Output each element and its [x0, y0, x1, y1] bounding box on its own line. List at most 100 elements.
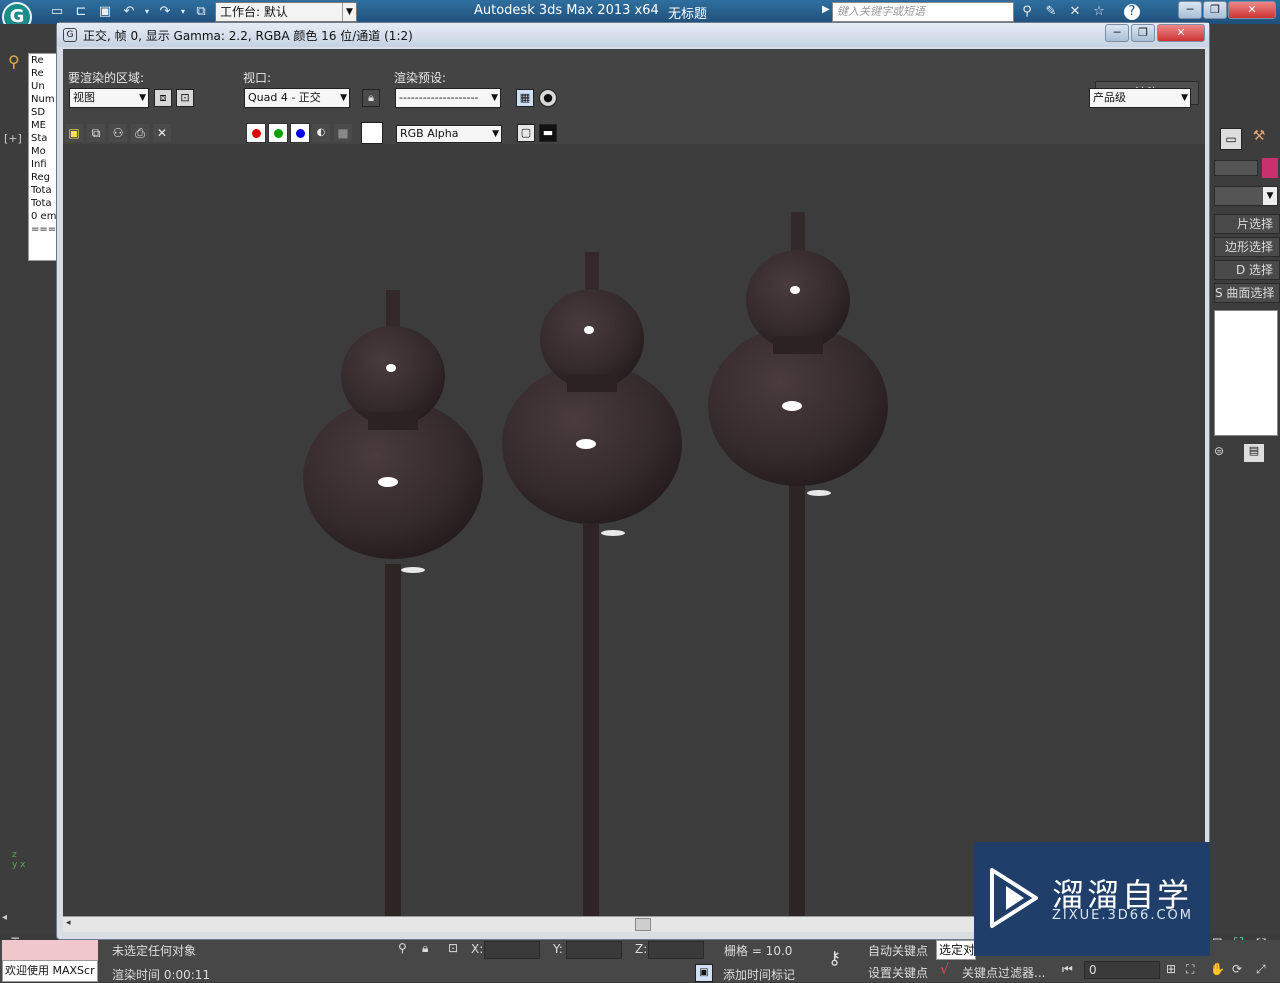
absolute-mode-icon[interactable]: ⊡ [448, 941, 458, 955]
green-channel-icon [274, 129, 283, 138]
configure-sets-icon[interactable]: ▤ [1244, 444, 1264, 462]
blue-channel-toggle[interactable] [290, 123, 310, 143]
modifier-list-dropdown[interactable]: ▼ [1214, 186, 1278, 206]
undo-icon[interactable]: ↶ [120, 3, 138, 21]
viewport-label[interactable]: [+] [4, 132, 22, 145]
render-quality-value: 产品级 [1093, 91, 1126, 104]
key-mode-icon[interactable]: ⊞ [1166, 962, 1176, 976]
rendered-image-viewport[interactable] [63, 144, 1205, 916]
link-icon[interactable]: ⚲ [8, 52, 20, 71]
watermark-url: ZIXUE.3D66.COM [1052, 908, 1193, 923]
project-folder-icon[interactable]: ⧉ [192, 3, 210, 21]
info-line: Tota [31, 185, 52, 196]
selection-type-button[interactable]: S 曲面选择 [1214, 283, 1280, 303]
copy-image-icon[interactable]: ⧉ [87, 124, 105, 142]
workspace-dropdown[interactable]: 工作台: 默认 ▼ [215, 2, 357, 22]
render-preset-dropdown[interactable]: -------------------- ▼ [395, 88, 501, 108]
key-icon[interactable]: ⚷ [828, 948, 841, 969]
render-preset-label: 渲染预设: [394, 71, 447, 85]
orbit-icon[interactable]: ⟳ [1232, 962, 1242, 976]
z-coordinate-field[interactable] [648, 941, 704, 959]
alpha-channel-icon[interactable]: ◐ [312, 124, 330, 142]
x-coordinate-field[interactable] [484, 941, 540, 959]
auto-region-icon[interactable]: ⊡ [176, 89, 194, 107]
binoculars-icon[interactable]: ⚲ [1018, 3, 1036, 21]
info-panel: Re Re Un Num SD ME Sta Mo Infi Reg Tota Tota 0 em ===… [28, 53, 58, 261]
chevron-down-icon: ▼ [340, 93, 347, 103]
red-channel-toggle[interactable] [246, 123, 266, 143]
frame-window-titlebar: G 正交, 帧 0, 显示 Gamma: 2.2, RGBA 颜色 16 位/通… [57, 23, 1209, 47]
selection-filter-dropdown[interactable]: 选定对 [936, 940, 976, 960]
y-coordinate-field[interactable] [566, 941, 622, 959]
add-time-tag[interactable]: 添加时间标记 [723, 966, 795, 983]
curve-icon[interactable]: √ [940, 962, 949, 978]
open-file-icon[interactable]: ⊏ [72, 3, 90, 21]
isolate-icon[interactable]: ⚲ [398, 941, 407, 955]
channel-display-dropdown[interactable]: RGB Alpha ▼ [396, 125, 502, 143]
region-zoom-icon[interactable]: ⛶ [1186, 962, 1194, 977]
stack-tool-icon[interactable]: ⊜ [1214, 444, 1224, 458]
utilities-hammer-icon[interactable]: ⚒ [1248, 128, 1270, 150]
save-icon[interactable]: ▣ [96, 3, 114, 21]
set-key-button[interactable]: 设置关键点 [868, 964, 928, 981]
frame-maximize-button[interactable]: ❐ [1131, 24, 1155, 42]
channel-display-value: RGB Alpha [400, 127, 459, 140]
toggle-ui-overlay-icon[interactable]: ▢ [517, 124, 535, 142]
lock-viewport-icon[interactable]: 🔒︎ [362, 89, 380, 107]
left-scroll-icon[interactable]: ◂ [2, 912, 7, 923]
help-icon[interactable]: ? [1124, 4, 1140, 20]
selection-type-button[interactable]: D 选择 [1214, 260, 1280, 280]
auto-key-button[interactable]: 自动关键点 [868, 942, 928, 959]
redo-icon[interactable]: ↷ [156, 3, 174, 21]
maxscript-listener[interactable] [2, 940, 98, 960]
display-icon[interactable]: ▭ [1220, 128, 1242, 150]
green-channel-toggle[interactable] [268, 123, 288, 143]
redo-dropdown-icon[interactable]: ▾ [174, 3, 192, 21]
chevron-down-icon: ▼ [342, 3, 356, 21]
info-line: SD [31, 107, 46, 118]
key-filters-button[interactable]: 关键点过滤器... [962, 964, 1045, 981]
clear-image-icon[interactable]: ✕ [153, 124, 171, 142]
app-close-button[interactable]: ✕ [1228, 1, 1276, 19]
communication-icon[interactable]: ✕ [1066, 3, 1084, 21]
current-frame-field[interactable]: 0 [1084, 961, 1160, 979]
app-minimize-button[interactable]: ─ [1178, 1, 1202, 19]
new-file-icon[interactable]: ▭ [48, 3, 66, 21]
modifier-stack[interactable] [1214, 310, 1278, 436]
pan-hand-icon[interactable]: ✋ [1210, 962, 1225, 976]
axis-gizmo-icon: zy x [12, 850, 26, 870]
environment-effects-icon[interactable]: ● [539, 89, 557, 107]
scrollbar-thumb[interactable] [635, 918, 651, 931]
edit-region-icon[interactable]: ⧈ [154, 89, 172, 107]
color-swatch[interactable] [361, 122, 383, 144]
viewport-dropdown[interactable]: Quad 4 - 正交 ▼ [244, 88, 350, 108]
area-to-render-dropdown[interactable]: 视图 ▼ [69, 88, 149, 108]
monochrome-icon[interactable]: ■ [334, 124, 352, 142]
print-image-icon[interactable]: ⎙ [131, 124, 149, 142]
object-color-swatch[interactable] [1262, 158, 1278, 178]
maxscript-output[interactable]: 欢迎使用 MAXScr [2, 960, 98, 982]
frame-minimize-button[interactable]: ─ [1105, 24, 1129, 42]
subscription-icon[interactable]: ✎ [1042, 3, 1060, 21]
favorites-star-icon[interactable]: ☆ [1090, 3, 1108, 21]
search-expand-icon[interactable]: ▶ [822, 4, 830, 15]
selection-type-button[interactable]: 片选择 [1214, 214, 1280, 234]
app-maximize-button[interactable]: ❐ [1203, 1, 1227, 19]
render-quality-dropdown[interactable]: 产品级 ▼ [1089, 88, 1191, 108]
scroll-left-icon[interactable]: ◂ [66, 918, 71, 928]
toggle-ui-icon[interactable]: ▬ [539, 124, 557, 142]
previous-frame-icon[interactable]: ⏮ [1062, 962, 1073, 977]
selection-lock-icon[interactable]: 🔒︎ [422, 941, 428, 956]
selection-status: 未选定任何对象 [112, 944, 197, 958]
undo-dropdown-icon[interactable]: ▾ [138, 3, 156, 21]
save-image-icon[interactable]: ▣ [65, 124, 83, 142]
info-line: Un [31, 81, 45, 92]
selection-type-button[interactable]: 边形选择 [1214, 237, 1280, 257]
time-tag-icon[interactable]: ▣ [695, 964, 713, 982]
name-field[interactable] [1214, 160, 1258, 176]
render-setup-icon[interactable]: ▦ [516, 89, 534, 107]
clone-frame-icon[interactable]: ⚇ [109, 124, 127, 142]
search-input[interactable]: 键入关键字或短语 [832, 2, 1014, 22]
maximize-viewport-icon[interactable]: ⤢ [1256, 962, 1266, 977]
frame-close-button[interactable]: ✕ [1157, 24, 1205, 42]
